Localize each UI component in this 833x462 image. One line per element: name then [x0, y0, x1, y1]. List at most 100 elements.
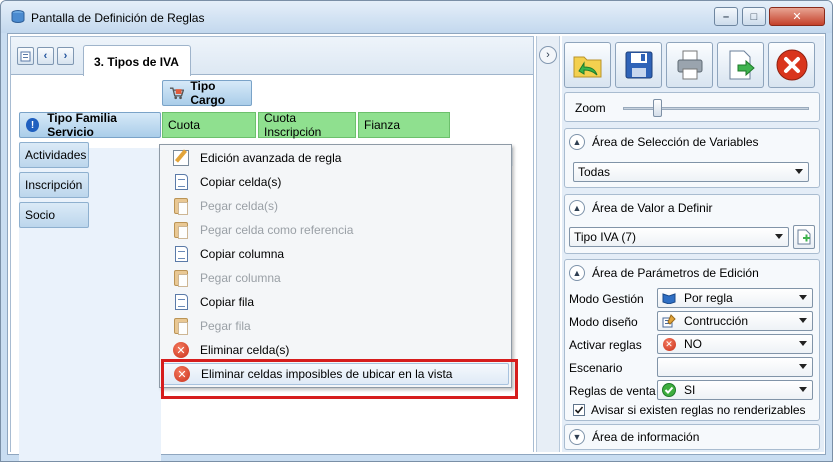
menu-item-edicion-avanzada[interactable]: Edición avanzada de regla	[162, 147, 509, 169]
chevron-up-icon: ▲	[569, 200, 585, 216]
dropdown-arrow-icon	[799, 341, 807, 346]
delete-icon: ✕	[172, 341, 190, 359]
menu-item-label: Pegar celda como referencia	[200, 223, 354, 237]
warn-renderable-label: Avisar si existen reglas no renderizable…	[591, 403, 806, 417]
paste-icon	[172, 269, 190, 287]
pane-splitter[interactable]	[536, 36, 560, 452]
print-icon	[677, 50, 702, 80]
menu-item-copiar-celdas[interactable]: Copiar celda(s)	[162, 171, 509, 193]
menu-item-pegar-columna[interactable]: Pegar columna	[162, 267, 509, 289]
print-button[interactable]	[666, 42, 713, 88]
exit-button[interactable]	[768, 42, 815, 88]
variables-select[interactable]: Todas	[573, 162, 809, 182]
column-header-cuota[interactable]: Cuota	[162, 112, 256, 138]
yes-icon	[662, 383, 676, 397]
zoom-label: Zoom	[575, 101, 606, 115]
cart-icon	[169, 87, 185, 100]
modo-diseno-select[interactable]: Contrucción	[657, 311, 813, 331]
side-panel: Zoom ▲ Área de Selección de Variables To…	[562, 36, 824, 452]
menu-item-pegar-referencia[interactable]: Pegar celda como referencia	[162, 219, 509, 241]
title-bar[interactable]: Pantalla de Definición de Reglas – □ ✕	[1, 1, 832, 33]
copy-icon	[172, 245, 190, 263]
column-header-fianza[interactable]: Fianza	[358, 112, 450, 138]
paste-icon	[172, 317, 190, 335]
activar-reglas-value: NO	[684, 337, 702, 351]
edit-icon	[172, 149, 190, 167]
paste-icon	[172, 197, 190, 215]
minimize-button[interactable]: –	[714, 7, 738, 26]
row-header-socio[interactable]: Socio	[19, 202, 89, 228]
modo-diseno-value: Contrucción	[684, 314, 749, 328]
menu-item-pegar-celdas[interactable]: Pegar celda(s)	[162, 195, 509, 217]
design-icon	[662, 314, 676, 328]
variables-select-value: Todas	[578, 165, 611, 179]
dropdown-arrow-icon	[799, 318, 807, 323]
menu-item-label: Pegar celda(s)	[200, 199, 279, 213]
menu-item-label: Copiar celda(s)	[200, 175, 282, 189]
new-document-icon	[797, 229, 811, 245]
chevron-down-icon: ▼	[569, 429, 585, 445]
escenario-select[interactable]	[657, 357, 813, 377]
variables-section-header[interactable]: ▲ Área de Selección de Variables	[569, 134, 759, 150]
chevron-left-icon: ‹	[43, 50, 48, 62]
export-button[interactable]	[717, 42, 764, 88]
maximize-button[interactable]: □	[742, 7, 766, 26]
tab-menu-button[interactable]	[17, 47, 34, 65]
row-header-inscripcion[interactable]: Inscripción	[19, 172, 89, 198]
column-header-cuota-inscripcion[interactable]: Cuota Inscripción	[258, 111, 356, 139]
variables-section-title: Área de Selección de Variables	[592, 135, 759, 149]
reglas-venta-label: Reglas de venta	[569, 384, 656, 398]
value-section-title: Área de Valor a Definir	[592, 201, 713, 215]
menu-item-eliminar-celdas[interactable]: ✕ Eliminar celda(s)	[162, 339, 509, 361]
copy-icon	[172, 293, 190, 311]
close-red-icon	[776, 49, 807, 81]
chevron-up-icon: ▲	[569, 265, 585, 281]
paste-icon	[172, 221, 190, 239]
save-button[interactable]	[615, 42, 662, 88]
info-section: ▼ Área de información	[564, 424, 820, 450]
document-icon	[20, 51, 31, 61]
zoom-slider-thumb[interactable]	[653, 99, 662, 117]
collapse-pane-button[interactable]: ›	[539, 46, 557, 64]
info-section-header[interactable]: ▼ Área de información	[569, 429, 699, 445]
zoom-track[interactable]	[623, 107, 809, 110]
tab-tipos-iva[interactable]: 3. Tipos de IVA	[83, 45, 191, 76]
open-folder-icon	[573, 56, 601, 78]
reglas-venta-value: SI	[684, 383, 696, 397]
menu-item-copiar-columna[interactable]: Copiar columna	[162, 243, 509, 265]
tab-prev-button[interactable]: ‹	[37, 47, 54, 65]
no-icon: ✕	[662, 337, 676, 351]
column-group-header[interactable]: Tipo Cargo	[162, 79, 252, 107]
modo-gestion-label: Modo Gestión	[569, 292, 644, 306]
value-select-value: Tipo IVA (7)	[574, 230, 637, 244]
window-title: Pantalla de Definición de Reglas	[31, 11, 205, 25]
checkmark-icon	[574, 406, 584, 414]
params-section-header[interactable]: ▲ Área de Parámetros de Edición	[569, 265, 759, 281]
open-button[interactable]	[564, 42, 611, 88]
chevron-up-icon: ▲	[569, 134, 585, 150]
menu-item-pegar-fila[interactable]: Pegar fila	[162, 315, 509, 337]
chevron-right-icon: ›	[63, 50, 68, 62]
book-icon	[662, 291, 676, 305]
row-group-header[interactable]: ! Tipo Familia Servicio	[19, 111, 161, 139]
reglas-venta-select[interactable]: SI	[657, 380, 813, 400]
info-section-title: Área de información	[592, 430, 700, 444]
activar-reglas-select[interactable]: ✕ NO	[657, 334, 813, 354]
warn-renderable-checkbox[interactable]	[573, 404, 585, 416]
menu-item-label: Copiar fila	[200, 295, 255, 309]
modo-diseno-label: Modo diseño	[569, 315, 638, 329]
close-window-button[interactable]: ✕	[769, 7, 825, 26]
row-header-actividades[interactable]: Actividades	[19, 142, 89, 168]
copy-icon	[172, 173, 190, 191]
dropdown-arrow-icon	[799, 295, 807, 300]
warn-renderable-checkbox-row[interactable]: Avisar si existen reglas no renderizable…	[573, 403, 806, 417]
highlight-annotation-box	[161, 359, 518, 399]
dropdown-arrow-icon	[775, 234, 783, 239]
add-value-button[interactable]	[793, 225, 815, 249]
modo-gestion-select[interactable]: Por regla	[657, 288, 813, 308]
main-window: Pantalla de Definición de Reglas – □ ✕ ‹…	[0, 0, 833, 462]
tab-next-button[interactable]: ›	[57, 47, 74, 65]
value-select[interactable]: Tipo IVA (7)	[569, 227, 789, 247]
value-section-header[interactable]: ▲ Área de Valor a Definir	[569, 200, 713, 216]
menu-item-copiar-fila[interactable]: Copiar fila	[162, 291, 509, 313]
